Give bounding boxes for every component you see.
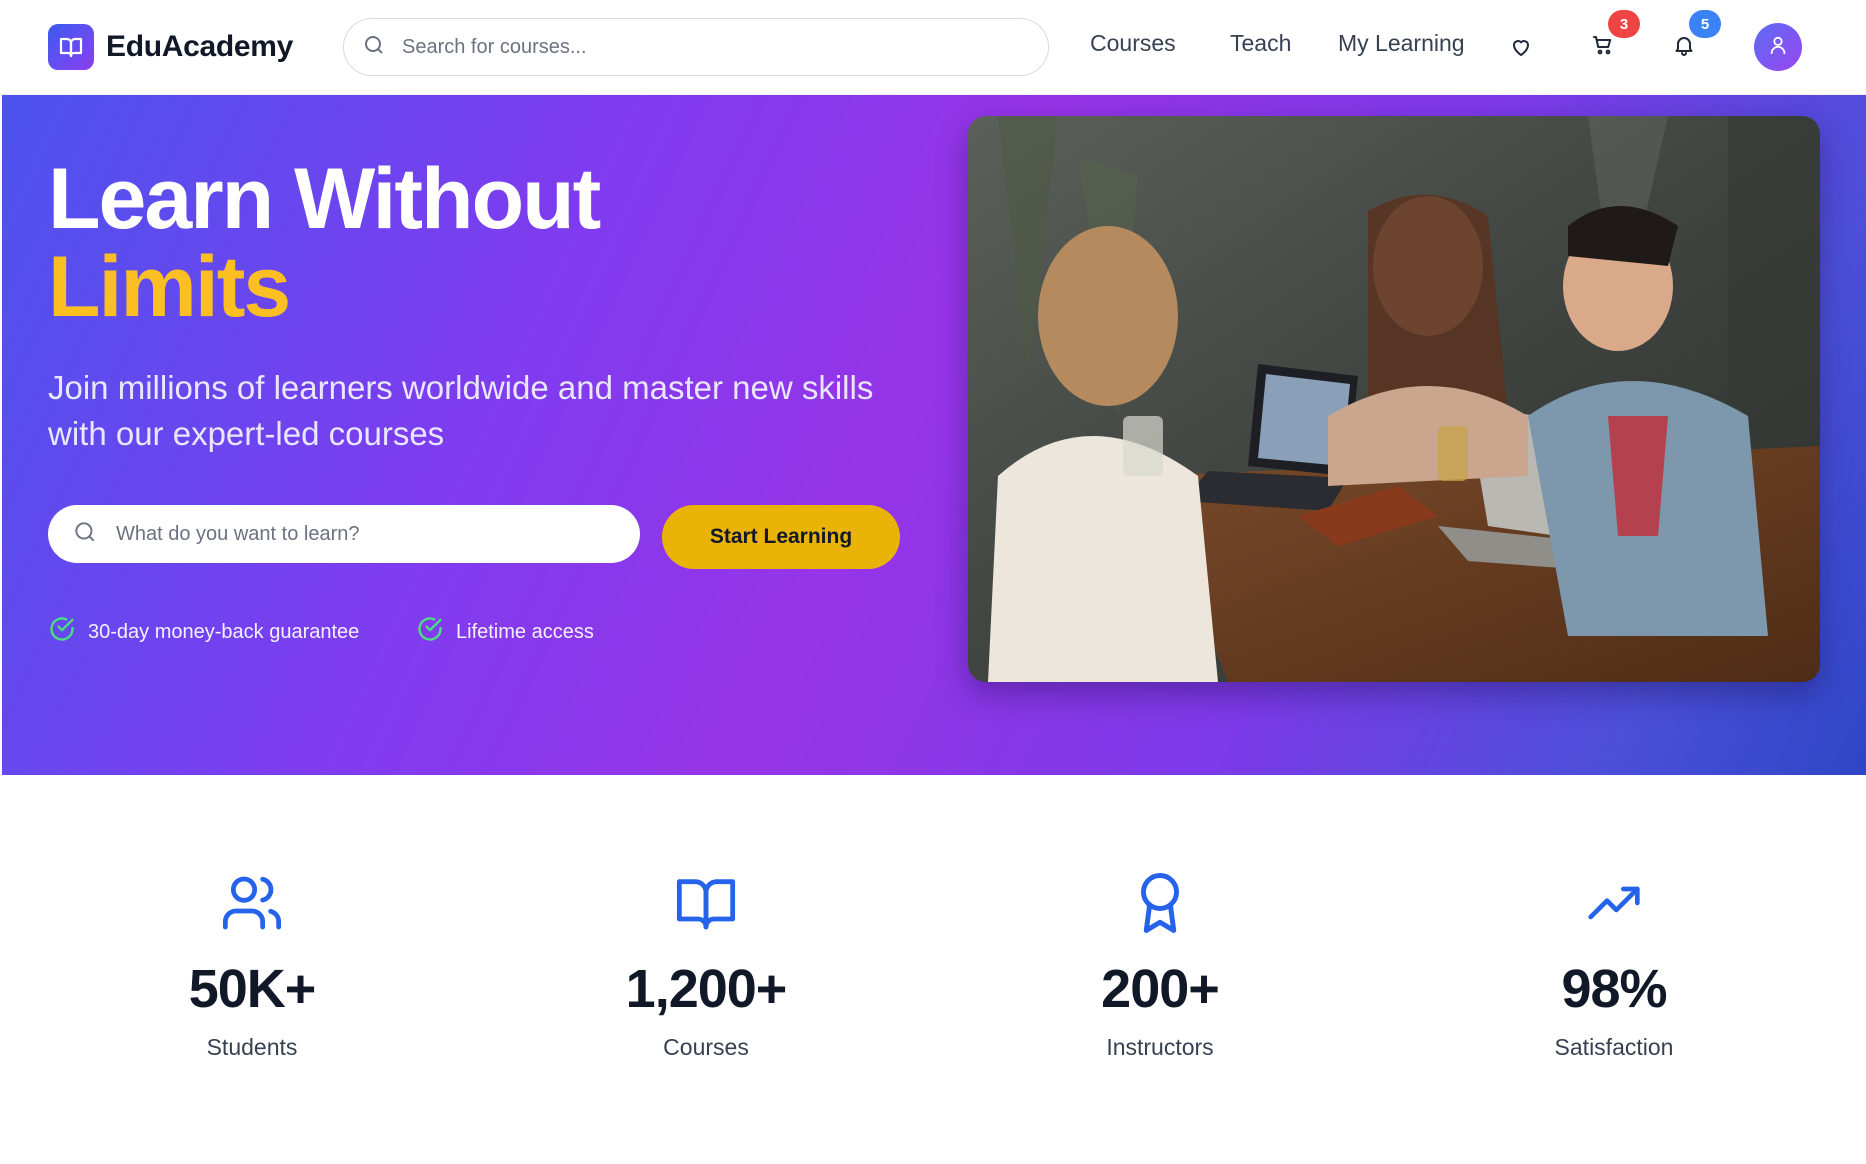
hero-section: Learn Without Limits Join millions of le… [2, 95, 1866, 775]
header-search-bar[interactable] [343, 18, 1049, 76]
stat-value: 98% [1561, 959, 1667, 1019]
search-icon [362, 33, 386, 62]
stat-label: Instructors [1106, 1034, 1214, 1060]
stat-value: 1,200+ [625, 959, 788, 1019]
perk-label: 30-day money-back guarantee [88, 620, 360, 643]
hero-search-bar[interactable] [48, 505, 640, 563]
user-icon [1767, 34, 1789, 61]
cart-button[interactable]: 3 [1588, 10, 1640, 62]
perk-label: Lifetime access [456, 620, 594, 643]
perk-lifetime-access: Lifetime access [416, 615, 594, 649]
heart-icon[interactable] [1506, 32, 1536, 62]
notification-count-badge: 5 [1689, 10, 1721, 38]
stat-instructors: 200+ Instructors [1000, 868, 1320, 1061]
book-open-icon [546, 868, 866, 938]
nav-link-courses[interactable]: Courses [1090, 30, 1176, 57]
user-avatar[interactable] [1754, 23, 1802, 71]
stat-label: Students [206, 1034, 298, 1060]
perk-money-back: 30-day money-back guarantee [48, 615, 359, 649]
top-navbar: EduAcademy Courses Teach My Learning 3 [0, 0, 1866, 95]
hero-title-accent: Limits [48, 239, 291, 335]
hero-title-line1: Learn Without [48, 151, 601, 247]
award-icon [1000, 868, 1320, 938]
brand-name: EduAcademy [106, 30, 294, 63]
hero-subtitle: Join millions of learners worldwide and … [48, 369, 874, 452]
book-open-icon [48, 24, 94, 70]
check-circle-icon [48, 615, 76, 649]
hero-search-input[interactable] [114, 521, 614, 547]
header-search-input[interactable] [400, 34, 1000, 60]
users-icon [92, 868, 412, 938]
stat-students: 50K+ Students [92, 868, 412, 1061]
cart-icon [1591, 33, 1615, 62]
search-icon [72, 519, 98, 550]
stat-value: 50K+ [188, 959, 317, 1019]
bell-icon [1672, 33, 1696, 62]
stat-courses: 1,200+ Courses [546, 868, 866, 1061]
stat-value: 200+ [1101, 959, 1220, 1019]
check-circle-icon [416, 615, 444, 649]
nav-link-teach[interactable]: Teach [1230, 30, 1291, 57]
stat-label: Courses [663, 1034, 749, 1060]
hero-title: Learn Without Limits [48, 155, 601, 335]
hero-image [968, 116, 1820, 682]
notifications-button[interactable]: 5 [1669, 10, 1721, 62]
start-learning-button[interactable]: Start Learning [662, 505, 900, 569]
cart-count-badge: 3 [1608, 10, 1640, 38]
trending-up-icon [1454, 868, 1774, 938]
stat-label: Satisfaction [1554, 1034, 1674, 1060]
stat-satisfaction: 98% Satisfaction [1454, 868, 1774, 1061]
brand-logo[interactable]: EduAcademy [48, 24, 293, 70]
nav-link-my-learning[interactable]: My Learning [1338, 30, 1465, 57]
